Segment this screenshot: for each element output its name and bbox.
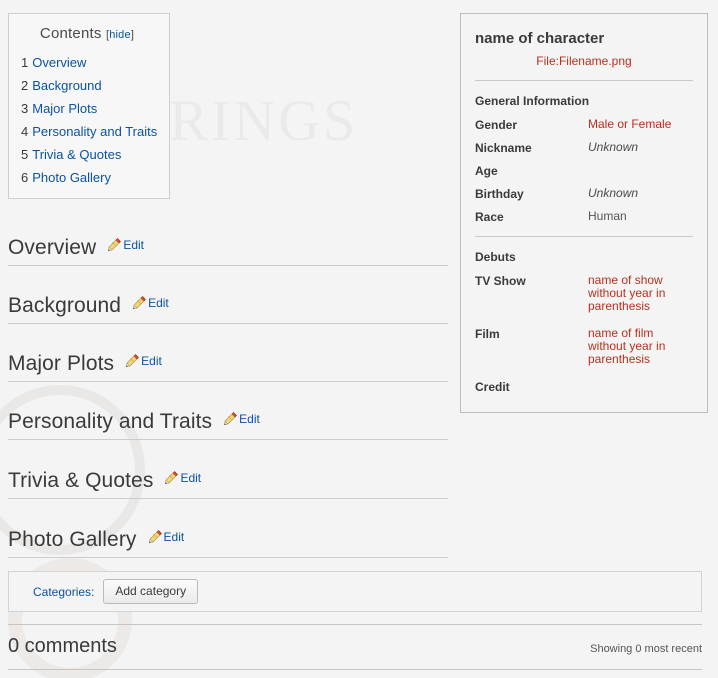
section-photo-gallery: Photo Gallery Edit: [8, 528, 448, 558]
section-heading: Trivia & Quotes Edit: [8, 469, 448, 499]
toc-title: Contents [hide]: [9, 25, 169, 42]
infobox-row-value: Human: [588, 209, 627, 223]
toc-item-overview[interactable]: 1 Overview: [9, 51, 169, 74]
infobox-row-label: Gender: [475, 118, 518, 132]
section-heading: Photo Gallery Edit: [8, 528, 448, 558]
edit-link[interactable]: Edit: [141, 354, 162, 368]
pencil-icon: [108, 238, 122, 252]
table-of-contents: Contents [hide] 1 Overview 2 Background 3M…: [8, 13, 170, 199]
infobox-row-gender: Gender Male or Female: [475, 118, 693, 133]
infobox-divider: [475, 80, 693, 81]
infobox-row-value[interactable]: Male or Female: [588, 118, 693, 131]
character-infobox: name of character File:Filename.png Gene…: [460, 13, 708, 413]
section-edit-control[interactable]: Edit: [125, 353, 162, 368]
comments-section: 0 comments Showing 0 most recent: [8, 624, 702, 670]
section-edit-control[interactable]: Edit: [107, 237, 144, 252]
toc-item-number: 3: [21, 101, 29, 116]
section-heading: Overview Edit: [8, 236, 448, 266]
infobox-row-race: Race Human: [475, 209, 693, 225]
pencil-icon: [165, 471, 179, 485]
section-title: Overview: [8, 236, 97, 259]
pencil-icon: [148, 530, 162, 544]
pencil-icon: [224, 412, 238, 426]
toc-item-number: 1: [21, 55, 29, 70]
infobox-row-label: Birthday: [475, 187, 524, 201]
infobox-group-general-information: General Information Gender Male or Femal…: [475, 94, 693, 224]
toc-item-label[interactable]: Personality and Traits: [32, 124, 157, 139]
infobox-group-heading: Debuts: [475, 250, 516, 264]
section-edit-control[interactable]: Edit: [148, 529, 185, 544]
toc-item-photo-gallery[interactable]: 6 Photo Gallery: [9, 166, 169, 189]
section-overview: Overview Edit: [8, 236, 448, 266]
infobox-row-label: Age: [475, 164, 498, 178]
section-edit-control[interactable]: Edit: [132, 295, 169, 310]
toc-item-label[interactable]: Major Plots: [32, 101, 97, 116]
add-category-button[interactable]: Add category: [103, 579, 199, 604]
edit-link[interactable]: Edit: [239, 412, 260, 426]
edit-link[interactable]: Edit: [164, 530, 185, 544]
comments-showing-label: Showing 0 most recent: [590, 643, 702, 655]
infobox-row-value: Unknown: [588, 140, 639, 154]
toc-item-number: 5: [21, 147, 29, 162]
toc-item-trivia-and-quotes[interactable]: 5 Trivia & Quotes: [9, 143, 169, 166]
infobox-row-credit: Credit: [475, 380, 693, 394]
toc-item-label[interactable]: Overview: [32, 55, 86, 70]
infobox-row-label: Film: [475, 327, 500, 341]
toc-item-number: 6: [21, 170, 29, 185]
infobox-row-label: Nickname: [475, 141, 532, 155]
infobox-title: name of character: [475, 30, 605, 47]
wiki-article-page: Contents [hide] 1 Overview 2 Background 3M…: [0, 0, 718, 678]
section-title: Personality and Traits: [8, 410, 213, 433]
toc-item-number: 4: [21, 124, 29, 139]
section-title: Background: [8, 294, 122, 317]
infobox-image-link[interactable]: File:Filename.png: [475, 54, 693, 68]
toc-item-background[interactable]: 2 Background: [9, 74, 169, 97]
pencil-icon: [133, 296, 146, 310]
infobox-row-value: Unknown: [588, 186, 639, 200]
section-title: Trivia & Quotes: [8, 469, 154, 492]
edit-link[interactable]: Edit: [123, 238, 144, 252]
toc-item-label[interactable]: Photo Gallery: [32, 170, 111, 185]
section-edit-control[interactable]: Edit: [164, 470, 201, 485]
infobox-divider: [475, 236, 693, 237]
toc-title-label: Contents: [39, 25, 102, 42]
infobox-row-label: Credit: [475, 380, 510, 394]
edit-link[interactable]: Edit: [148, 296, 169, 310]
section-edit-control[interactable]: Edit: [223, 411, 260, 426]
toc-item-major-plots[interactable]: 3 Major Plots: [9, 97, 169, 120]
section-personality-and-traits: Personality and Traits Edit: [8, 410, 448, 440]
comments-count-title: 0 comments: [8, 635, 117, 657]
section-title: Major Plots: [8, 352, 115, 375]
toc-bracket-close: ]: [130, 29, 135, 41]
edit-link[interactable]: Edit: [180, 471, 201, 485]
infobox-group-heading: General Information: [475, 94, 590, 108]
comments-header: 0 comments Showing 0 most recent: [8, 635, 702, 670]
toc-item-number: 2: [21, 78, 29, 93]
infobox-row-value[interactable]: name of film without year in parenthesis: [588, 327, 693, 366]
infobox-group-debuts: Debuts TV Show name of show without year…: [475, 250, 693, 394]
toc-item-label[interactable]: Trivia & Quotes: [32, 147, 121, 162]
section-heading: Major Plots Edit: [8, 352, 448, 382]
section-heading: Personality and Traits Edit: [8, 410, 448, 440]
toc-item-personality-and-traits[interactable]: 4 Personality and Traits: [9, 120, 169, 143]
toc-item-label[interactable]: Background: [32, 78, 101, 93]
section-heading: Background Edit: [8, 294, 448, 324]
section-title: Photo Gallery: [8, 528, 137, 551]
categories-label[interactable]: Categories:: [33, 585, 94, 599]
section-background: Background Edit: [8, 294, 448, 324]
infobox-row-label: TV Show: [475, 274, 526, 288]
infobox-row-label: Race: [475, 210, 504, 224]
infobox-row-age: Age: [475, 164, 693, 178]
pencil-icon: [126, 354, 140, 368]
infobox-row-birthday: Birthday Unknown: [475, 186, 693, 202]
infobox-row-nickname: Nickname Unknown: [475, 140, 693, 156]
toc-hide-link[interactable]: hide: [109, 29, 131, 41]
section-trivia-and-quotes: Trivia & Quotes Edit: [8, 469, 448, 499]
section-major-plots: Major Plots Edit: [8, 352, 448, 382]
infobox-row-film: Film name of film without year in parent…: [475, 327, 693, 366]
infobox-row-tv-show: TV Show name of show without year in par…: [475, 274, 693, 313]
categories-bar: Categories: Add category: [8, 571, 702, 612]
infobox-row-value[interactable]: name of show without year in parenthesis: [588, 274, 693, 313]
